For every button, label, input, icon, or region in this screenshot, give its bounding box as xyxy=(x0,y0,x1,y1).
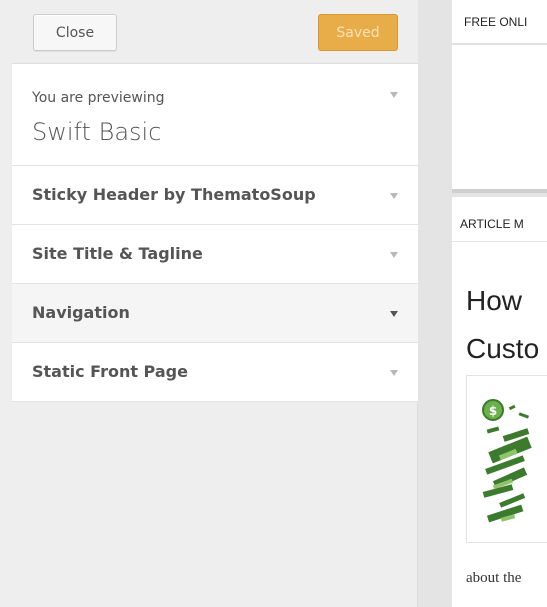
post-title[interactable]: How Custo xyxy=(466,277,547,373)
customizer-header: Close Saved xyxy=(12,0,418,64)
section-title: Site Title & Tagline xyxy=(32,244,203,263)
site-header-area: FREE ONLI xyxy=(452,0,547,193)
triangle-down-icon xyxy=(390,252,398,258)
post-excerpt: about the xyxy=(466,570,522,586)
top-menu-bar: FREE ONLI xyxy=(452,0,547,45)
section-title: Static Front Page xyxy=(32,362,188,381)
article-menu-link[interactable]: ARTICLE M xyxy=(460,217,524,231)
customizer-sections: You are previewing Swift Basic Sticky He… xyxy=(12,64,418,402)
theme-name: Swift Basic xyxy=(32,118,162,146)
section-sticky-header[interactable]: Sticky Header by ThematoSoup xyxy=(12,166,418,225)
svg-text:$: $ xyxy=(489,404,497,418)
saved-button[interactable]: Saved xyxy=(318,14,398,51)
site-preview-frame[interactable]: FREE ONLI ARTICLE M How Custo $ about th… xyxy=(418,0,547,607)
theme-info-panel[interactable]: You are previewing Swift Basic xyxy=(12,64,418,166)
top-menu-link[interactable]: FREE ONLI xyxy=(464,15,527,29)
section-title: Navigation xyxy=(32,303,130,322)
post-thumbnail-frame[interactable]: $ xyxy=(466,375,547,543)
triangle-down-icon xyxy=(390,311,398,317)
section-static-front-page[interactable]: Static Front Page xyxy=(12,343,418,402)
section-title: Sticky Header by ThematoSoup xyxy=(32,185,316,204)
close-button[interactable]: Close xyxy=(33,14,117,51)
post-title-line: Custo xyxy=(466,333,540,364)
money-word-cloud-icon: $ xyxy=(482,399,532,523)
triangle-down-icon xyxy=(390,370,398,376)
customizer-sidebar: Close Saved You are previewing Swift Bas… xyxy=(0,0,418,607)
site-content-area: ARTICLE M How Custo $ about the xyxy=(452,197,547,607)
post-title-line: How xyxy=(466,285,523,316)
triangle-down-icon xyxy=(390,193,398,199)
triangle-down-icon[interactable] xyxy=(390,92,398,98)
section-site-title-tagline[interactable]: Site Title & Tagline xyxy=(12,225,418,284)
post-thumbnail-image: $ xyxy=(479,388,547,536)
article-menu-bar: ARTICLE M xyxy=(452,197,547,242)
previewing-label: You are previewing xyxy=(32,90,165,106)
section-navigation[interactable]: Navigation xyxy=(12,284,418,343)
